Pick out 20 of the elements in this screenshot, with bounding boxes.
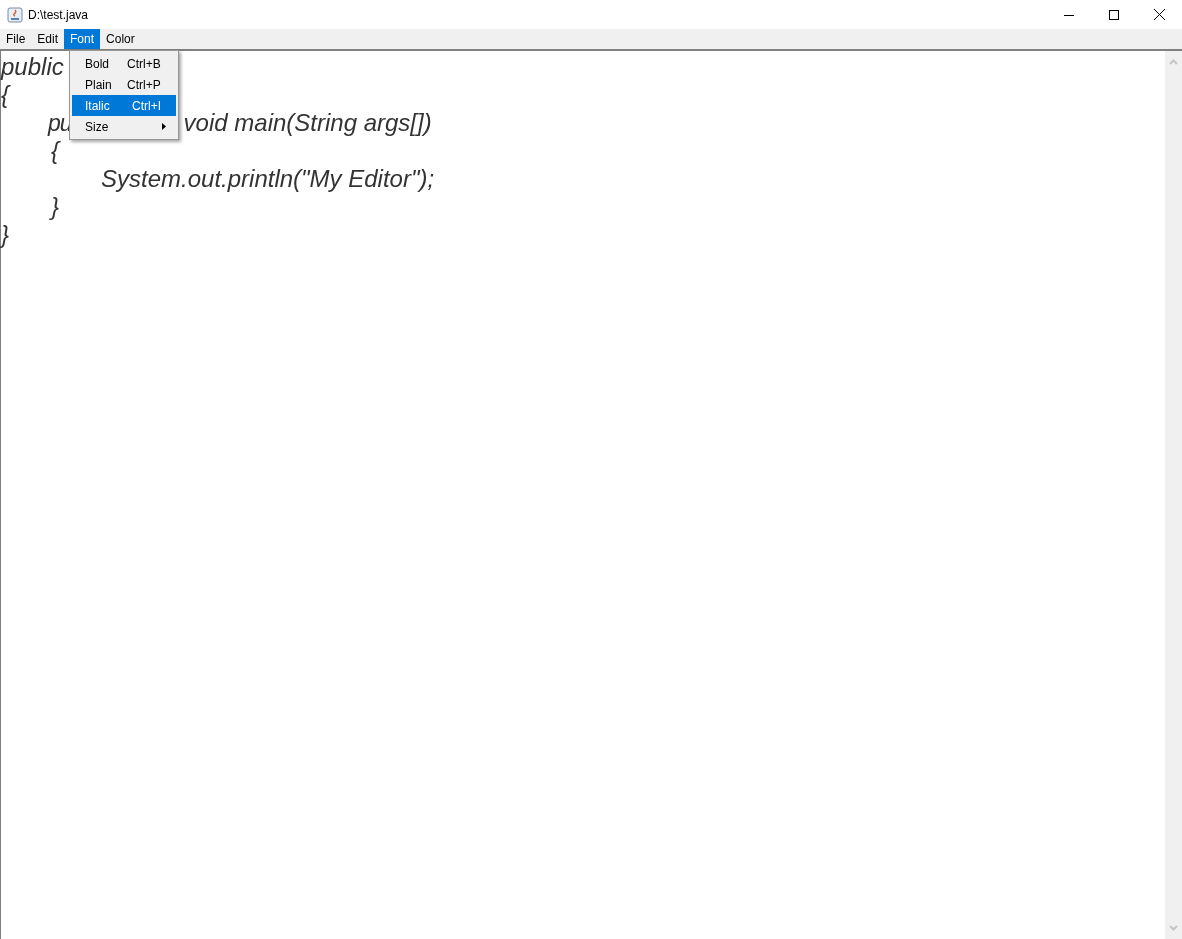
submenu-arrow-icon — [162, 123, 166, 130]
code-text: void main(String args[]) — [183, 109, 432, 137]
menu-item[interactable]: File — [0, 29, 32, 49]
menu-item[interactable]: Edit — [31, 29, 65, 49]
menu-item[interactable]: Color — [100, 29, 141, 49]
code-text: System.out.println("My Editor"); — [101, 165, 435, 193]
menu-option[interactable]: Bold Ctrl+B — [72, 53, 176, 74]
close-icon[interactable] — [1154, 9, 1165, 20]
menu-option[interactable]: Size — [72, 116, 176, 137]
menu-option[interactable]: Italic Ctrl+I — [72, 95, 176, 116]
menu-item[interactable]: Font — [64, 29, 101, 49]
menu-option[interactable]: Plain Ctrl+P — [72, 74, 176, 95]
code-text: { — [51, 137, 59, 165]
code-text: } — [51, 193, 59, 221]
code-text: { — [1, 81, 9, 109]
maximize-icon[interactable] — [1109, 9, 1119, 20]
code-text: } — [1, 221, 9, 249]
java-app-icon — [7, 6, 23, 23]
window-title: D:\test.java — [28, 7, 89, 22]
code-text: public — [1, 53, 64, 81]
